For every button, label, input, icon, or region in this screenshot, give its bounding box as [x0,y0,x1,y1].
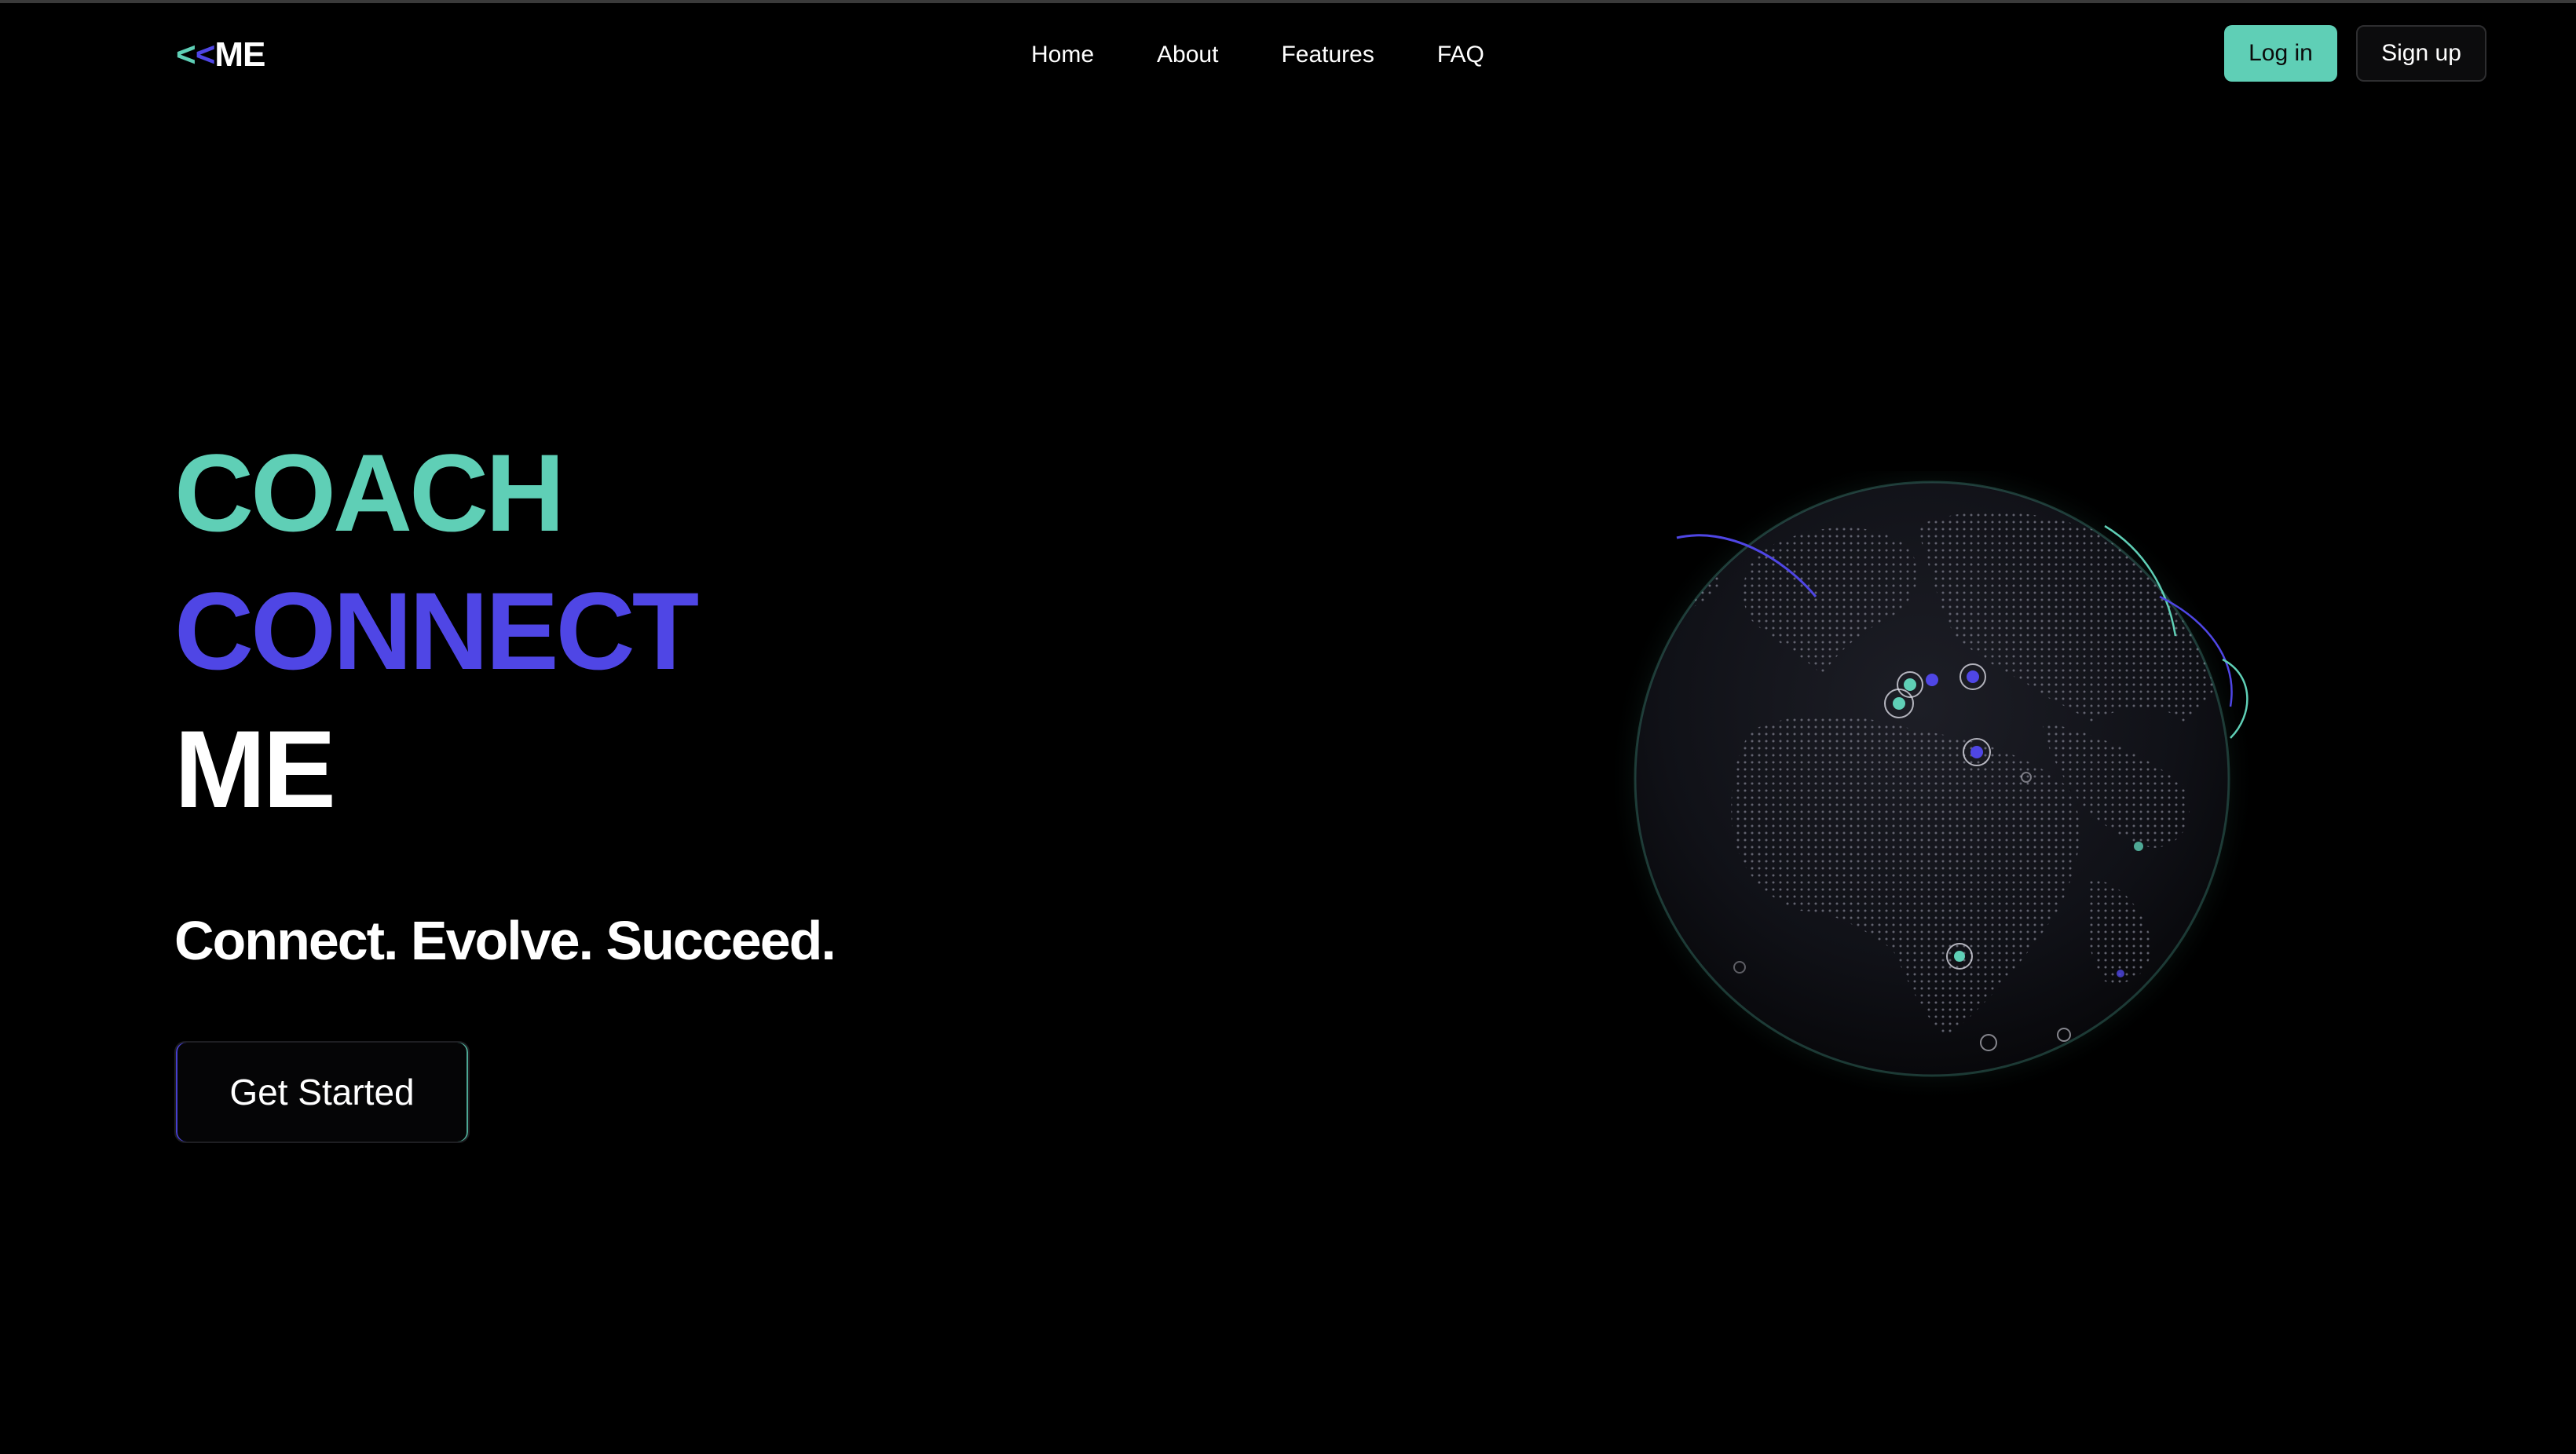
hero-heading: COACH CONNECT ME [174,424,699,838]
logo-chevron-indigo: < [195,35,216,74]
brand-logo[interactable]: <<ME [176,36,265,74]
logo-text: ME [214,35,265,74]
get-started-button[interactable]: Get Started [174,1041,470,1143]
login-button[interactable]: Log in [2224,25,2337,82]
hero-line-me: ME [174,707,336,831]
hero-line-connect: CONNECT [174,569,699,692]
logo-chevron-teal: < [176,35,196,74]
globe-icon [1602,471,2262,1099]
hero-tagline: Connect. Evolve. Succeed. [174,910,836,971]
nav-features-link[interactable]: Features [1281,39,1374,71]
main-nav: Home About Features FAQ [1031,39,1484,71]
nav-home-link[interactable]: Home [1031,39,1094,71]
hero-line-coach: COACH [174,431,565,554]
top-navigation-bar: <<ME Home About Features FAQ Log in Sign… [0,3,2576,104]
nav-about-link[interactable]: About [1157,39,1218,71]
landing-page: <<ME Home About Features FAQ Log in Sign… [0,0,2576,1454]
signup-button[interactable]: Sign up [2356,25,2486,82]
nav-faq-link[interactable]: FAQ [1437,39,1484,71]
